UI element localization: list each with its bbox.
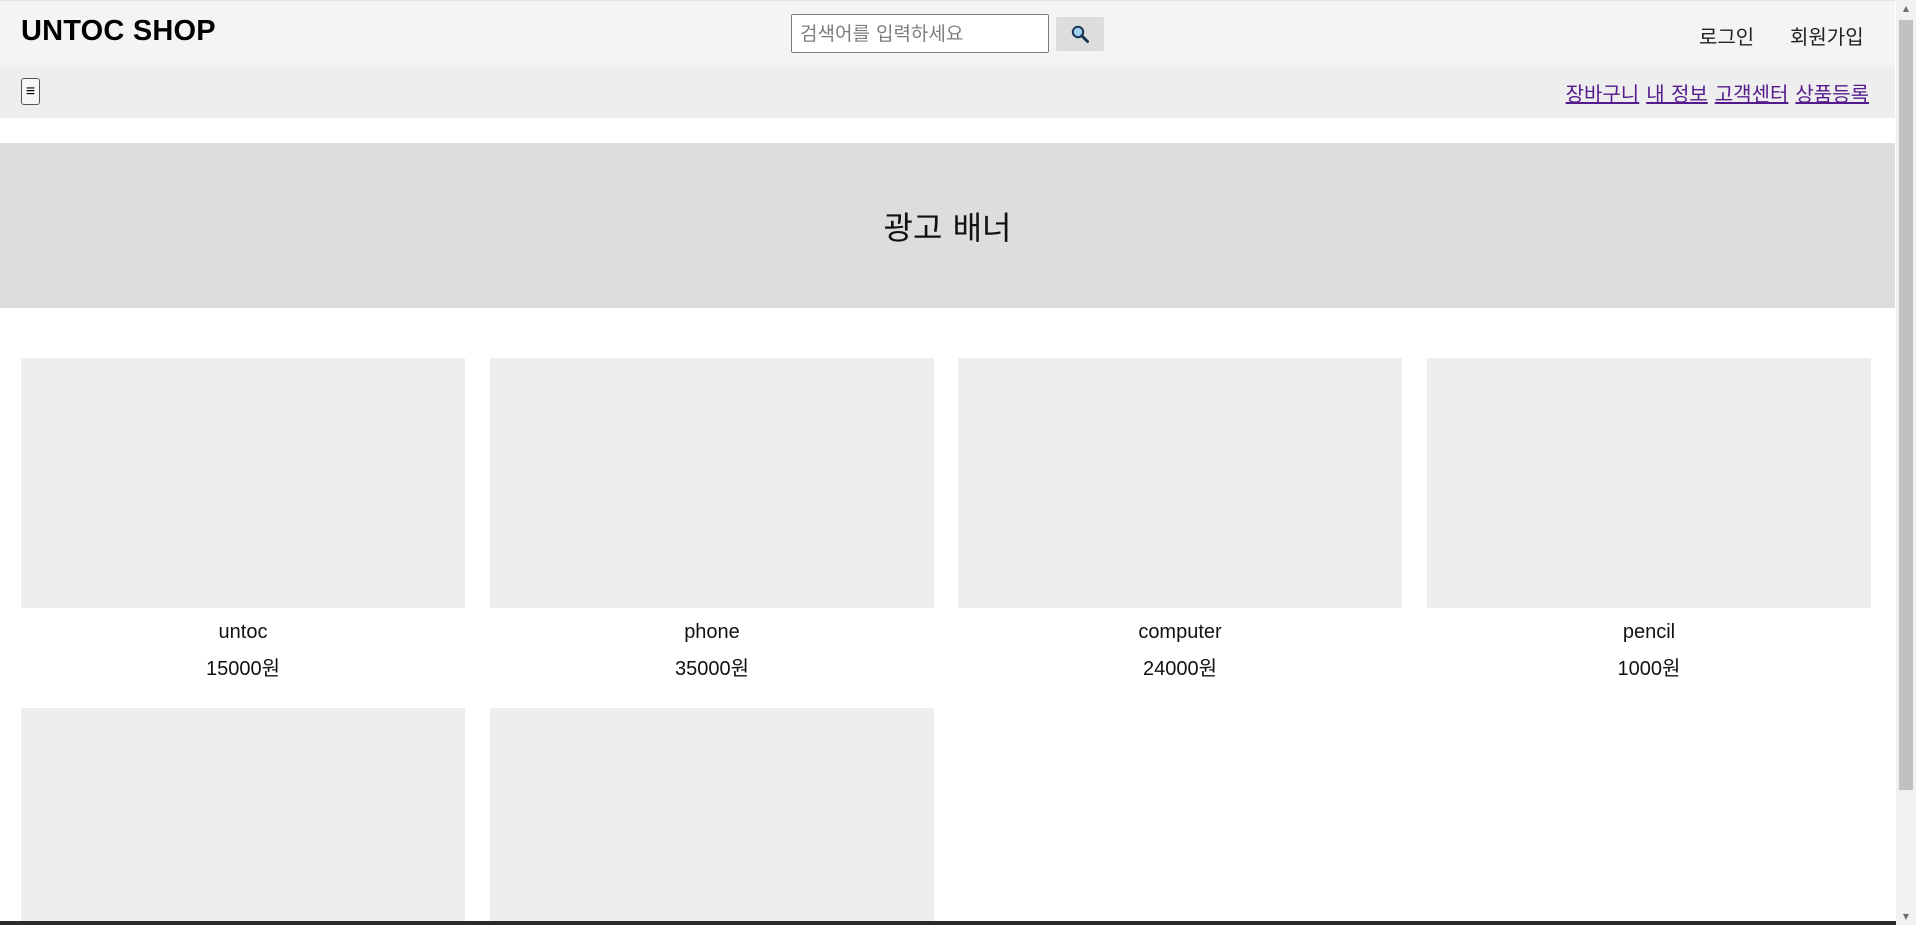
product-card[interactable]: phone 35000원 [490, 358, 934, 681]
search-icon [1071, 25, 1089, 43]
scrollbar-thumb[interactable] [1899, 20, 1913, 790]
scroll-up-arrow-icon[interactable]: ▲ [1896, 0, 1916, 17]
nav-link-product-register[interactable]: 상품등록 [1795, 78, 1869, 107]
product-card[interactable]: untoc 15000원 [21, 358, 465, 681]
nav-link-customer-center[interactable]: 고객센터 [1715, 78, 1789, 107]
product-image[interactable] [1427, 358, 1871, 608]
product-image[interactable] [21, 708, 465, 925]
site-logo[interactable]: UNTOC SHOP [21, 15, 216, 48]
product-name: untoc [218, 621, 268, 643]
search-button[interactable] [1056, 17, 1104, 51]
product-name: computer [1138, 621, 1222, 643]
product-price: 35000원 [674, 658, 749, 680]
product-name: pencil [1622, 621, 1676, 643]
product-price: 15000원 [205, 658, 280, 680]
hamburger-menu-button[interactable]: ≡ [21, 78, 40, 105]
product-card[interactable] [21, 708, 465, 925]
header: UNTOC SHOP 로그인 회원가입 [0, 0, 1895, 65]
product-image[interactable] [21, 358, 465, 608]
search-input[interactable] [791, 14, 1049, 53]
ad-banner[interactable]: 광고 배너 [0, 143, 1895, 308]
scroll-down-arrow-icon[interactable]: ▼ [1896, 908, 1916, 925]
product-image[interactable] [958, 358, 1402, 608]
taskbar-edge [0, 921, 1896, 925]
product-card[interactable]: pencil 1000원 [1427, 358, 1871, 681]
product-card[interactable] [490, 708, 934, 925]
nav-links: 장바구니 내 정보 고객센터 상품등록 [1566, 78, 1869, 107]
page: UNTOC SHOP 로그인 회원가입 ≡ 장바구니 내 정보 고객센터 상품등… [0, 0, 1895, 925]
product-price: 24000원 [1142, 658, 1217, 680]
sub-navigation: ≡ 장바구니 내 정보 고객센터 상품등록 [0, 65, 1895, 118]
ad-banner-text: 광고 배너 [883, 208, 1012, 247]
nav-link-my-info[interactable]: 내 정보 [1646, 78, 1708, 107]
product-card[interactable]: computer 24000원 [958, 358, 1402, 681]
nav-link-cart[interactable]: 장바구니 [1566, 78, 1640, 107]
signup-link[interactable]: 회원가입 [1790, 21, 1864, 50]
product-image[interactable] [490, 708, 934, 925]
hamburger-icon: ≡ [25, 82, 36, 100]
product-image[interactable] [490, 358, 934, 608]
login-link[interactable]: 로그인 [1699, 21, 1754, 50]
product-price: 1000원 [1617, 658, 1681, 680]
vertical-scrollbar[interactable]: ▲ ▼ [1896, 0, 1916, 925]
product-name: phone [684, 621, 740, 643]
